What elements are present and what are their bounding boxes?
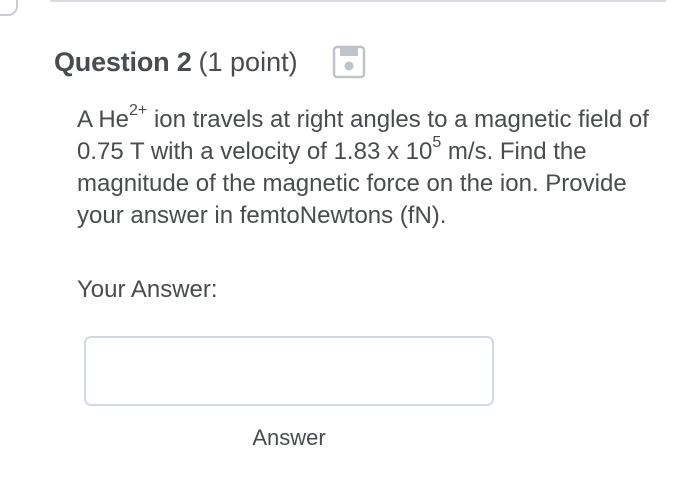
answer-input[interactable] (84, 336, 494, 406)
top-divider (50, 0, 666, 2)
question-text-part: A He (77, 106, 130, 133)
answer-label: Your Answer: (77, 276, 218, 303)
question-points: (1 point) (198, 46, 298, 77)
quiz-page: Question 2 (1 point) A He2+ ion travels … (0, 0, 700, 477)
previous-panel-edge (0, 0, 18, 16)
ion-charge-superscript: 2+ (129, 102, 148, 119)
exponent-superscript: 5 (432, 134, 442, 151)
answer-button[interactable]: Answer (84, 418, 494, 458)
save-disk-icon[interactable] (332, 45, 366, 79)
question-text: A He2+ ion travels at right angles to a … (77, 102, 677, 232)
question-header: Question 2 (1 point) (54, 40, 366, 84)
question-title: Question 2 (54, 46, 192, 77)
